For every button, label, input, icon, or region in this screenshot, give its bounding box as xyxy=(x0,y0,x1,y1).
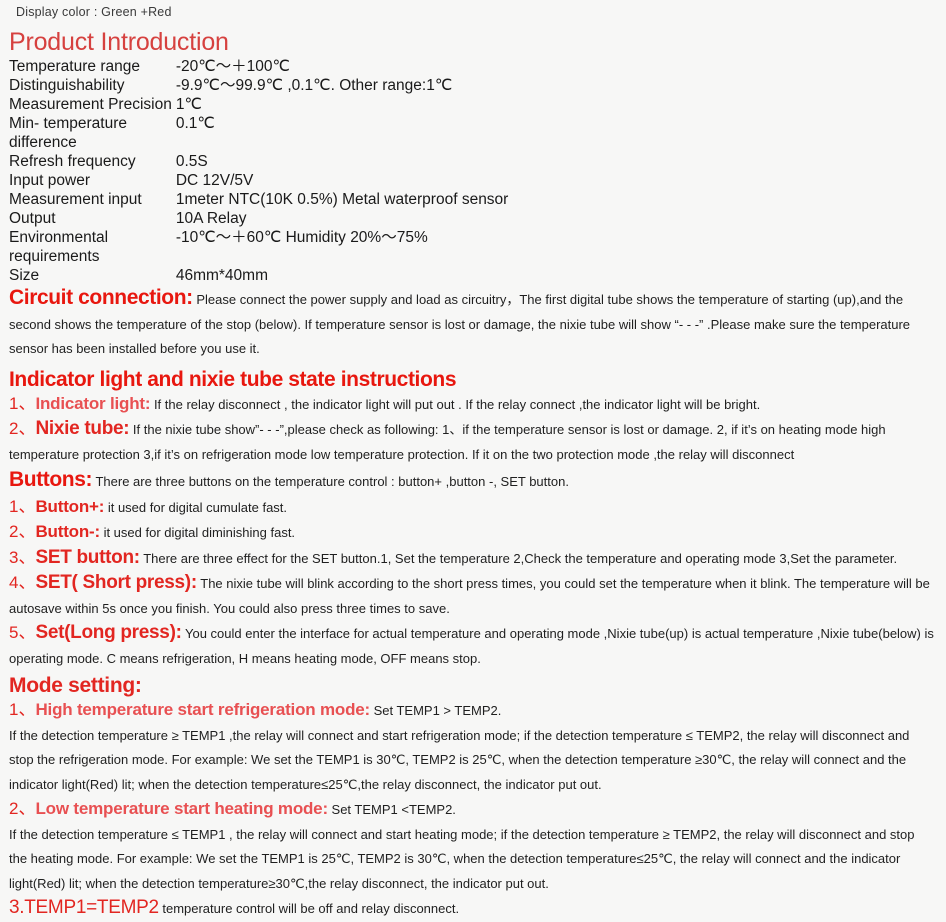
mode-item-1-number: 1、 xyxy=(9,700,36,719)
table-row: Distinguishability -9.9℃～99.9℃ ,0.1℃. Ot… xyxy=(9,76,508,95)
mode-item-2-body: If the detection temperature ≤ TEMP1 , t… xyxy=(9,826,915,891)
mode-item-1-label: High temperature start refrigeration mod… xyxy=(35,700,370,719)
spec-label: Output xyxy=(9,210,56,227)
specifications-table: Temperature range -20℃～＋100℃ Distinguish… xyxy=(9,57,508,285)
table-row: Output 10A Relay xyxy=(9,209,508,228)
spec-value: 1meter NTC(10K 0.5%) Metal waterproof se… xyxy=(175,191,509,208)
buttons-item-2: 2、Button-: it used for digital diminishi… xyxy=(9,520,935,546)
indicator-item-1-body: If the relay disconnect , the indicator … xyxy=(150,396,761,412)
spec-label: Refresh frequency xyxy=(9,153,136,170)
spec-label: Size xyxy=(9,267,40,284)
spec-value: DC 12V/5V xyxy=(175,172,254,189)
mode-item-1-title: 1、High temperature start refrigeration m… xyxy=(9,698,935,724)
spec-value: 1℃ xyxy=(175,96,202,113)
spec-value: 0.5S xyxy=(175,153,208,170)
buttons-item-3-body: There are three effect for the SET butto… xyxy=(139,550,898,566)
mode-item-2-inline: Set TEMP1 <TEMP2. xyxy=(327,802,456,817)
spec-value: -9.9℃～99.9℃ ,0.1℃. Other range:1℃ xyxy=(175,77,453,94)
circuit-connection-section: Circuit connection: Please connect the p… xyxy=(9,286,935,362)
table-row: Input power DC 12V/5V xyxy=(9,171,508,190)
spec-label: Distinguishability xyxy=(9,77,125,94)
buttons-item-5-label: Set(Long press): xyxy=(35,622,182,643)
buttons-item-2-label: Button-: xyxy=(35,522,100,541)
table-row: Measurement input 1meter NTC(10K 0.5%) M… xyxy=(9,190,508,209)
buttons-item-5-number: 5、 xyxy=(9,623,36,642)
indicator-section-heading: Indicator light and nixie tube state ins… xyxy=(9,367,457,391)
spec-value: 0.1℃ xyxy=(175,115,215,132)
table-row: Temperature range -20℃～＋100℃ xyxy=(9,57,508,76)
indicator-item-1-label: Indicator light: xyxy=(35,393,151,413)
product-introduction-title: Product Introduction xyxy=(9,28,229,56)
spec-value: -20℃～＋100℃ xyxy=(175,58,290,75)
mode-item-1-body: If the detection temperature ≥ TEMP1 ,th… xyxy=(9,727,910,792)
buttons-item-1-label: Button+: xyxy=(35,496,105,516)
indicator-item-2-body: If the nixie tube show”- - -”,please che… xyxy=(9,422,886,462)
table-row: Refresh frequency 0.5S xyxy=(9,152,508,171)
indicator-item-1-number: 1、 xyxy=(9,393,36,413)
indicator-item-2: 2、Nixie tube: If the nixie tube show”- -… xyxy=(9,417,935,467)
table-row: Environmental requirements -10℃～＋60℃ Hum… xyxy=(9,228,508,266)
display-color-line: Display color : Green +Red xyxy=(16,5,172,19)
buttons-item-1-number: 1、 xyxy=(9,496,36,516)
buttons-item-4-label: SET( Short press): xyxy=(35,572,197,593)
table-row: Size 46mm*40mm xyxy=(9,266,508,285)
mode-setting-heading: Mode setting: xyxy=(9,674,142,697)
spec-label: Measurement input xyxy=(9,191,142,208)
buttons-item-3-number: 3、 xyxy=(9,547,36,567)
mode-final-row: 3.TEMP1=TEMP2 temperature control will b… xyxy=(9,896,935,922)
indicator-item-2-number: 2、 xyxy=(9,419,36,438)
buttons-item-4-number: 4、 xyxy=(9,573,36,592)
buttons-section-heading: Buttons: xyxy=(9,468,93,491)
buttons-section-heading-body: There are three buttons on the temperatu… xyxy=(92,474,569,489)
indicator-item-1: 1、Indicator light: If the relay disconne… xyxy=(9,392,935,418)
spec-label: Temperature range xyxy=(9,58,140,75)
specifications-body: Temperature range -20℃～＋100℃ Distinguish… xyxy=(9,57,508,285)
buttons-section-heading-row: Buttons: There are three buttons on the … xyxy=(9,468,935,495)
spec-value: 10A Relay xyxy=(175,210,247,227)
buttons-item-3-label: SET button: xyxy=(35,546,140,568)
mode-item-2-title: 2、Low temperature start heating mode: Se… xyxy=(9,797,935,823)
buttons-item-2-number: 2、 xyxy=(9,522,36,541)
table-row: Measurement Precision 1℃ xyxy=(9,95,508,114)
mode-final-body: temperature control will be off and rela… xyxy=(158,901,460,916)
circuit-connection-heading: Circuit connection: xyxy=(9,286,193,309)
mode-item-2-number: 2、 xyxy=(9,799,36,818)
spec-label: Measurement Precision xyxy=(9,96,172,113)
buttons-item-5: 5、Set(Long press): You could enter the i… xyxy=(9,621,935,671)
buttons-item-1-body: it used for digital cumulate fast. xyxy=(104,499,288,515)
buttons-item-2-body: it used for digital diminishing fast. xyxy=(99,525,296,540)
buttons-item-1: 1、Button+: it used for digital cumulate … xyxy=(9,495,935,521)
spec-label: Environmental requirements xyxy=(9,229,109,265)
mode-final-label: 3.TEMP1=TEMP2 xyxy=(9,897,159,918)
datasheet-page: Display color : Green +Red Product Intro… xyxy=(0,0,946,918)
indicator-item-2-label: Nixie tube: xyxy=(35,418,130,439)
buttons-item-4: 4、SET( Short press): The nixie tube will… xyxy=(9,571,935,621)
spec-label: Min- temperature difference xyxy=(9,115,128,151)
spec-value: 46mm*40mm xyxy=(175,267,268,284)
mode-item-2-label: Low temperature start heating mode: xyxy=(35,799,328,818)
spec-value: -10℃～＋60℃ Humidity 20%～75% xyxy=(175,229,428,246)
buttons-item-3: 3、SET button: There are three effect for… xyxy=(9,546,935,572)
mode-item-1-inline: Set TEMP1 > TEMP2. xyxy=(369,703,502,718)
table-row: Min- temperature difference 0.1℃ xyxy=(9,114,508,152)
spec-label: Input power xyxy=(9,172,90,189)
